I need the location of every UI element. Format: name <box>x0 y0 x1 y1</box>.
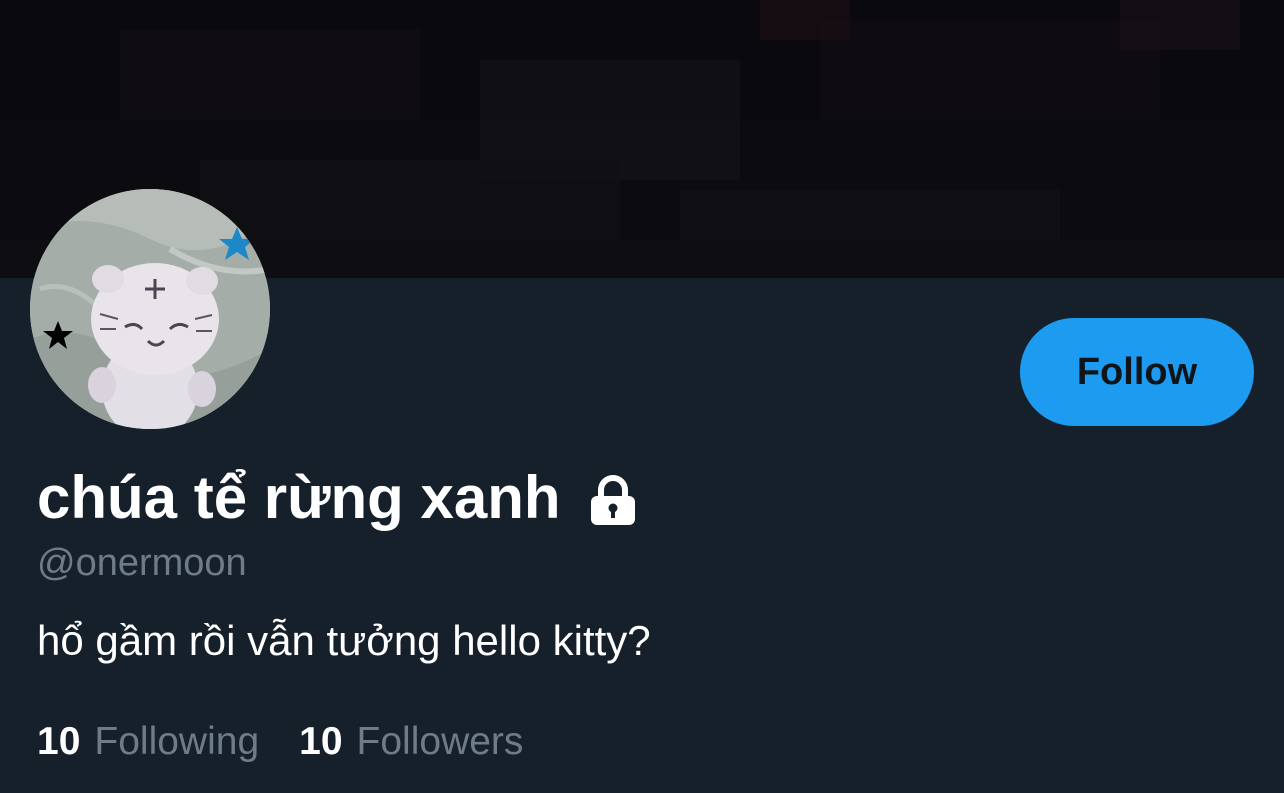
following-count: 10 <box>37 720 81 763</box>
profile-page: Follow chúa tể rừng xanh @onermoon hổ gầ… <box>0 0 1284 793</box>
following-link[interactable]: 10 Following <box>37 718 259 766</box>
display-name: chúa tể rừng xanh <box>37 464 561 531</box>
profile-handle: @onermoon <box>37 542 247 584</box>
followers-label: Followers <box>356 720 524 763</box>
profile-stats: 10 Following 10 Followers <box>37 718 523 766</box>
followers-link[interactable]: 10 Followers <box>299 718 523 766</box>
avatar-image <box>30 189 270 429</box>
profile-bio: hổ gầm rồi vẫn tưởng hello kitty? <box>37 617 651 664</box>
profile-name-row: chúa tể rừng xanh <box>37 462 637 534</box>
avatar[interactable] <box>30 189 270 429</box>
lock-icon <box>589 475 637 527</box>
followers-count: 10 <box>299 720 343 763</box>
follow-button[interactable]: Follow <box>1020 318 1254 426</box>
following-label: Following <box>94 720 260 763</box>
